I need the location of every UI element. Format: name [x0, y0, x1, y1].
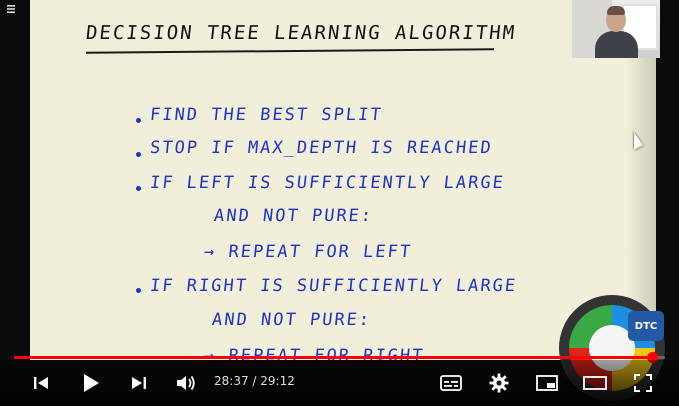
slide-line-5: → REPEAT FOR LEFT	[202, 242, 414, 262]
slide-line-2: STOP IF MAX_DEPTH IS REACHED	[148, 138, 494, 158]
webcam-overlay	[572, 0, 660, 58]
bullet-dot	[136, 186, 141, 191]
bullet-dot	[136, 288, 141, 293]
progress-fill	[14, 356, 652, 359]
play-icon[interactable]	[80, 372, 102, 394]
video-player[interactable]: DECISION TREE LEARNING ALGORITHM FIND TH…	[0, 0, 679, 406]
subtitles-icon[interactable]	[439, 372, 463, 394]
gear-icon[interactable]	[487, 372, 511, 394]
theater-icon[interactable]	[582, 372, 608, 394]
slide-title: DECISION TREE LEARNING ALGORITHM	[84, 22, 518, 44]
presenter-shirt	[595, 31, 638, 58]
slide-line-6: IF RIGHT IS SUFFICIENTLY LARGE	[148, 276, 519, 296]
next-icon[interactable]	[128, 372, 150, 394]
slide-line-4: AND NOT PURE:	[212, 206, 375, 226]
time-display: 28:37 / 29:12	[214, 374, 295, 388]
slide-line-3: IF LEFT IS SUFFICIENTLY LARGE	[148, 173, 506, 193]
video-frame[interactable]: DECISION TREE LEARNING ALGORITHM FIND TH…	[30, 0, 656, 360]
bullet-dot	[136, 152, 141, 157]
menu-icon[interactable]	[6, 4, 16, 14]
previous-icon[interactable]	[30, 372, 52, 394]
slide-line-7: AND NOT PURE:	[210, 310, 373, 330]
channel-badge[interactable]: DTC	[628, 311, 664, 341]
duration: 29:12	[260, 374, 295, 388]
progress-bar[interactable]	[14, 352, 665, 363]
time-separator: /	[248, 374, 261, 388]
presenter-hair	[607, 6, 625, 15]
title-underline	[85, 48, 495, 54]
volume-icon[interactable]	[174, 372, 198, 394]
miniplayer-icon[interactable]	[535, 372, 559, 394]
current-time: 28:37	[214, 374, 249, 388]
bullet-dot	[136, 118, 141, 123]
slide-line-1: FIND THE BEST SPLIT	[148, 105, 384, 125]
player-controls: 28:37 / 29:12	[0, 360, 679, 406]
fullscreen-icon[interactable]	[631, 372, 655, 394]
mouse-cursor-icon	[634, 131, 643, 155]
